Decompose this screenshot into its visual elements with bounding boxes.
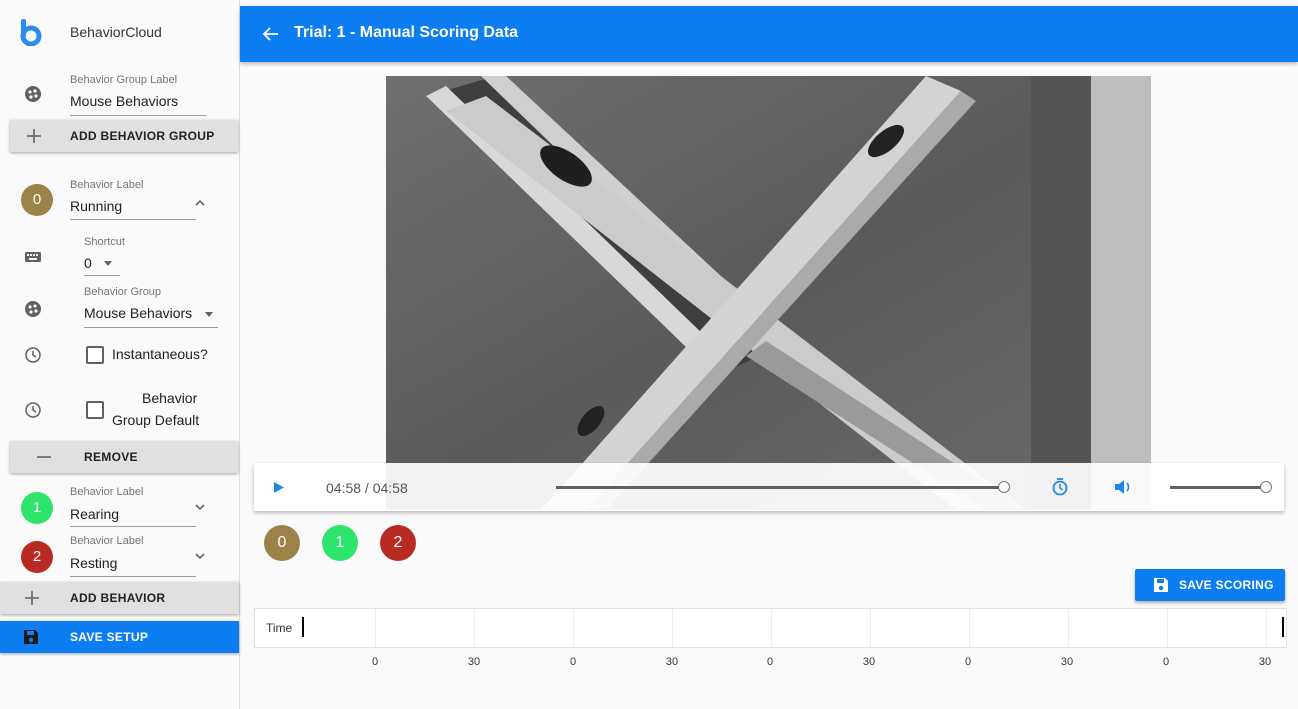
timeline-tick: 30 [467,656,481,668]
timeline-tick: 30 [665,656,679,668]
behavior-0-avatar: 0 [21,184,53,216]
app-bar: Trial: 1 - Manual Scoring Data [240,6,1298,62]
add-behavior-label: ADD BEHAVIOR [70,591,166,605]
add-behavior-group-label: ADD BEHAVIOR GROUP [70,129,215,143]
save-setup-button[interactable]: SAVE SETUP [0,621,239,653]
behavior-0-label-input[interactable]: Running [70,198,122,214]
save-icon [1154,578,1168,592]
timeline-label: Time [266,621,293,635]
chevron-down-icon[interactable] [194,550,206,562]
dropdown-arrow-icon [104,261,112,266]
plus-icon [27,129,41,143]
behavior-group-select[interactable]: Mouse Behaviors [84,305,192,321]
app-name: BehaviorCloud [70,24,162,40]
behavior-2-label-input[interactable]: Resting [70,555,117,571]
group-default-label-line1: Behavior [142,390,198,406]
volume-icon[interactable] [1114,479,1132,495]
back-arrow-icon[interactable] [262,25,280,43]
timeline-tick: 0 [964,656,972,668]
behavior-2-avatar: 2 [21,541,53,573]
dropdown-arrow-icon [205,312,213,317]
save-scoring-label: SAVE SCORING [1179,578,1274,592]
progress-slider[interactable] [556,481,1010,493]
instantaneous-checkbox[interactable] [86,346,104,364]
timeline-cursor-start [302,617,304,637]
timeline-tick: 0 [1162,656,1170,668]
page-title: Trial: 1 - Manual Scoring Data [294,24,519,41]
group-label-input[interactable]: Mouse Behaviors [70,93,178,109]
add-behavior-group-button[interactable]: ADD BEHAVIOR GROUP [10,120,238,152]
palette-icon [25,301,41,317]
timeline-tick: 30 [1060,656,1074,668]
behavior-1-label-input[interactable]: Rearing [70,506,119,522]
group-default-checkbox[interactable] [86,401,104,419]
behavior-0-button[interactable]: 0 [264,525,300,561]
group-default-label-line2: Group Default [112,412,200,428]
timeline-tick: 30 [862,656,876,668]
maze-video-image [386,76,1151,510]
palette-icon [25,86,41,102]
remove-behavior-button[interactable]: REMOVE [10,441,238,473]
clock-icon [25,347,41,363]
save-setup-label: SAVE SETUP [70,630,149,644]
behavior-0-label-caption: Behavior Label [70,179,144,191]
replay-timer-icon[interactable] [1051,478,1069,496]
shortcut-caption: Shortcut [84,236,125,248]
minus-icon [37,456,51,458]
time-readout: 04:58 / 04:58 [326,480,408,496]
logo-b-icon [20,19,42,46]
timeline[interactable]: Time [254,608,1287,648]
timeline-tick: 0 [371,656,379,668]
behavior-group-caption: Behavior Group [84,286,162,298]
shortcut-select[interactable]: 0 [84,255,92,271]
behavior-1-avatar: 1 [21,492,53,524]
add-behavior-button[interactable]: ADD BEHAVIOR [0,582,239,614]
progress-knob[interactable] [998,481,1010,493]
instantaneous-label: Instantaneous? [112,346,208,362]
chevron-down-icon[interactable] [194,501,206,513]
play-icon[interactable] [273,481,285,494]
save-icon [24,630,38,644]
volume-knob[interactable] [1260,481,1272,493]
group-label-underline [70,115,206,116]
sidebar: BehaviorCloud Behavior Group Label Mouse… [0,0,240,709]
plus-icon [25,591,39,605]
chevron-up-icon[interactable] [194,197,206,209]
volume-fill [1170,486,1266,489]
video-frame[interactable] [386,76,1151,510]
clock-icon [25,402,41,418]
timeline-tick: 0 [569,656,577,668]
group-label-caption: Behavior Group Label [70,74,178,86]
progress-fill [556,486,1004,489]
keyboard-icon [25,252,41,262]
remove-label: REMOVE [84,450,138,464]
video-controls: 04:58 / 04:58 [254,463,1284,511]
behavior-1-button[interactable]: 1 [322,525,358,561]
behavior-2-button[interactable]: 2 [380,525,416,561]
behavior-1-label-caption: Behavior Label [70,486,144,498]
timeline-tick: 0 [766,656,774,668]
timeline-tick: 30 [1258,656,1272,668]
save-scoring-button[interactable]: SAVE SCORING [1135,569,1285,601]
volume-slider[interactable] [1170,481,1272,493]
timeline-cursor-end [1282,617,1284,637]
behavior-2-label-caption: Behavior Label [70,535,144,547]
